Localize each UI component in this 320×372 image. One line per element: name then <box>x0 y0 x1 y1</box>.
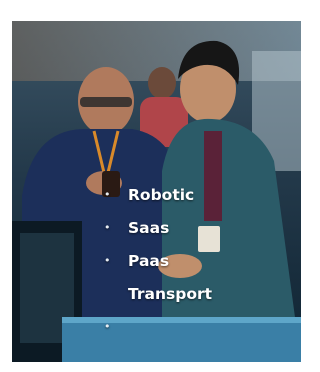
list-item-label: Paas <box>128 252 170 270</box>
bullet-icon: • <box>104 254 111 267</box>
list-item-label: Transport <box>128 285 213 303</box>
list-item-label: Saas <box>128 219 170 237</box>
list-item-label: Robotic <box>128 186 195 204</box>
hero-image-card: • Robotic • Saas • Paas Transport • <box>12 21 301 362</box>
bullet-icon: • <box>104 221 111 234</box>
bullet-icon: • <box>104 320 111 333</box>
bullet-icon: • <box>104 188 111 201</box>
